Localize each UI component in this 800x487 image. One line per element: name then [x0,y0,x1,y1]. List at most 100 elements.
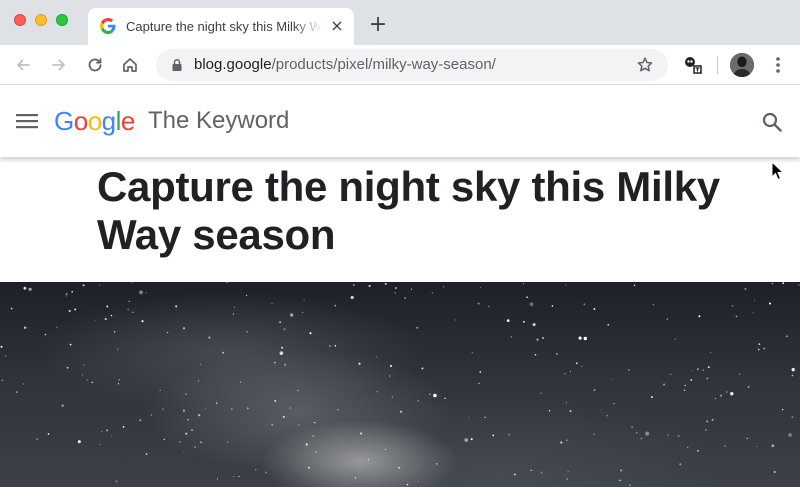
star [763,347,765,350]
star [279,321,281,324]
star [187,418,189,421]
star [652,304,654,306]
google-favicon-icon [100,18,116,34]
star [435,463,438,465]
star [417,400,420,402]
star [101,430,103,432]
star [593,308,596,310]
translate-extension-icon[interactable] [681,53,705,77]
star [10,307,13,310]
star [771,444,775,448]
star [629,484,631,486]
star [117,348,119,351]
address-bar[interactable]: blog.google/products/pixel/milky-way-sea… [156,49,668,81]
star [627,368,630,371]
star [336,408,339,411]
star [564,373,566,375]
star [747,386,750,388]
star [791,374,794,377]
new-tab-button[interactable]: + [367,14,389,36]
star [99,443,101,446]
star [185,393,187,395]
star [709,351,712,354]
tab-close-icon[interactable]: × [328,17,346,35]
profile-avatar[interactable] [730,53,754,77]
star [74,308,77,311]
star [757,348,760,351]
star [159,389,161,391]
forward-arrow-icon[interactable] [47,53,71,77]
star [360,432,363,435]
window-close-button[interactable] [14,14,26,26]
star [139,419,142,422]
star [753,299,756,301]
star [631,426,633,428]
star [633,284,636,287]
star [677,434,680,438]
toolbar-divider [717,56,718,74]
star [216,478,219,480]
star [82,284,85,287]
star [540,471,543,474]
star [115,480,118,483]
star [1,379,4,382]
star [128,300,130,303]
logo-letter: o [87,106,102,136]
star [68,309,71,313]
star [384,282,387,285]
star [47,433,50,435]
star [663,383,666,386]
star [368,284,371,288]
kebab-menu-icon[interactable] [768,53,788,77]
google-logo[interactable]: Google [54,106,135,136]
star [711,418,714,421]
star [575,362,578,365]
section-title[interactable]: The Keyword [148,107,289,135]
url-text[interactable]: blog.google/products/pixel/milky-way-sea… [194,56,496,74]
star [71,290,74,293]
star [91,381,93,384]
star [394,287,397,289]
hamburger-menu-icon[interactable] [16,111,38,131]
star [199,363,202,366]
star [583,303,586,306]
star [289,407,291,409]
back-arrow-icon[interactable] [11,53,35,77]
star [122,426,125,428]
star [532,323,536,327]
star [484,416,486,419]
star [406,483,409,486]
star [679,463,682,466]
star [428,393,431,396]
star [478,382,480,385]
window-maximize-button[interactable] [56,14,68,26]
url-path: /products/pixel/milky-way-season/ [271,56,496,73]
star [385,448,387,450]
search-icon[interactable] [760,110,784,134]
star [4,355,7,357]
star [522,320,525,323]
star [606,415,608,417]
bookmark-star-icon[interactable] [636,56,654,74]
star [86,379,88,381]
home-icon[interactable] [118,53,142,77]
star [583,336,588,341]
star [358,362,361,365]
window-minimize-button[interactable] [35,14,47,26]
reload-icon[interactable] [83,53,107,77]
star [66,366,69,369]
star [309,332,312,335]
star [329,345,331,347]
star [194,446,196,448]
star [565,284,567,286]
star [367,458,370,461]
star [730,391,734,396]
star [151,414,153,416]
browser-tab-active[interactable]: Capture the night sky this Milky Way sea… [88,8,354,45]
star [312,435,314,437]
lock-icon[interactable] [170,58,184,72]
star [522,282,525,285]
star [454,319,456,321]
star [132,311,134,314]
star [283,328,286,331]
